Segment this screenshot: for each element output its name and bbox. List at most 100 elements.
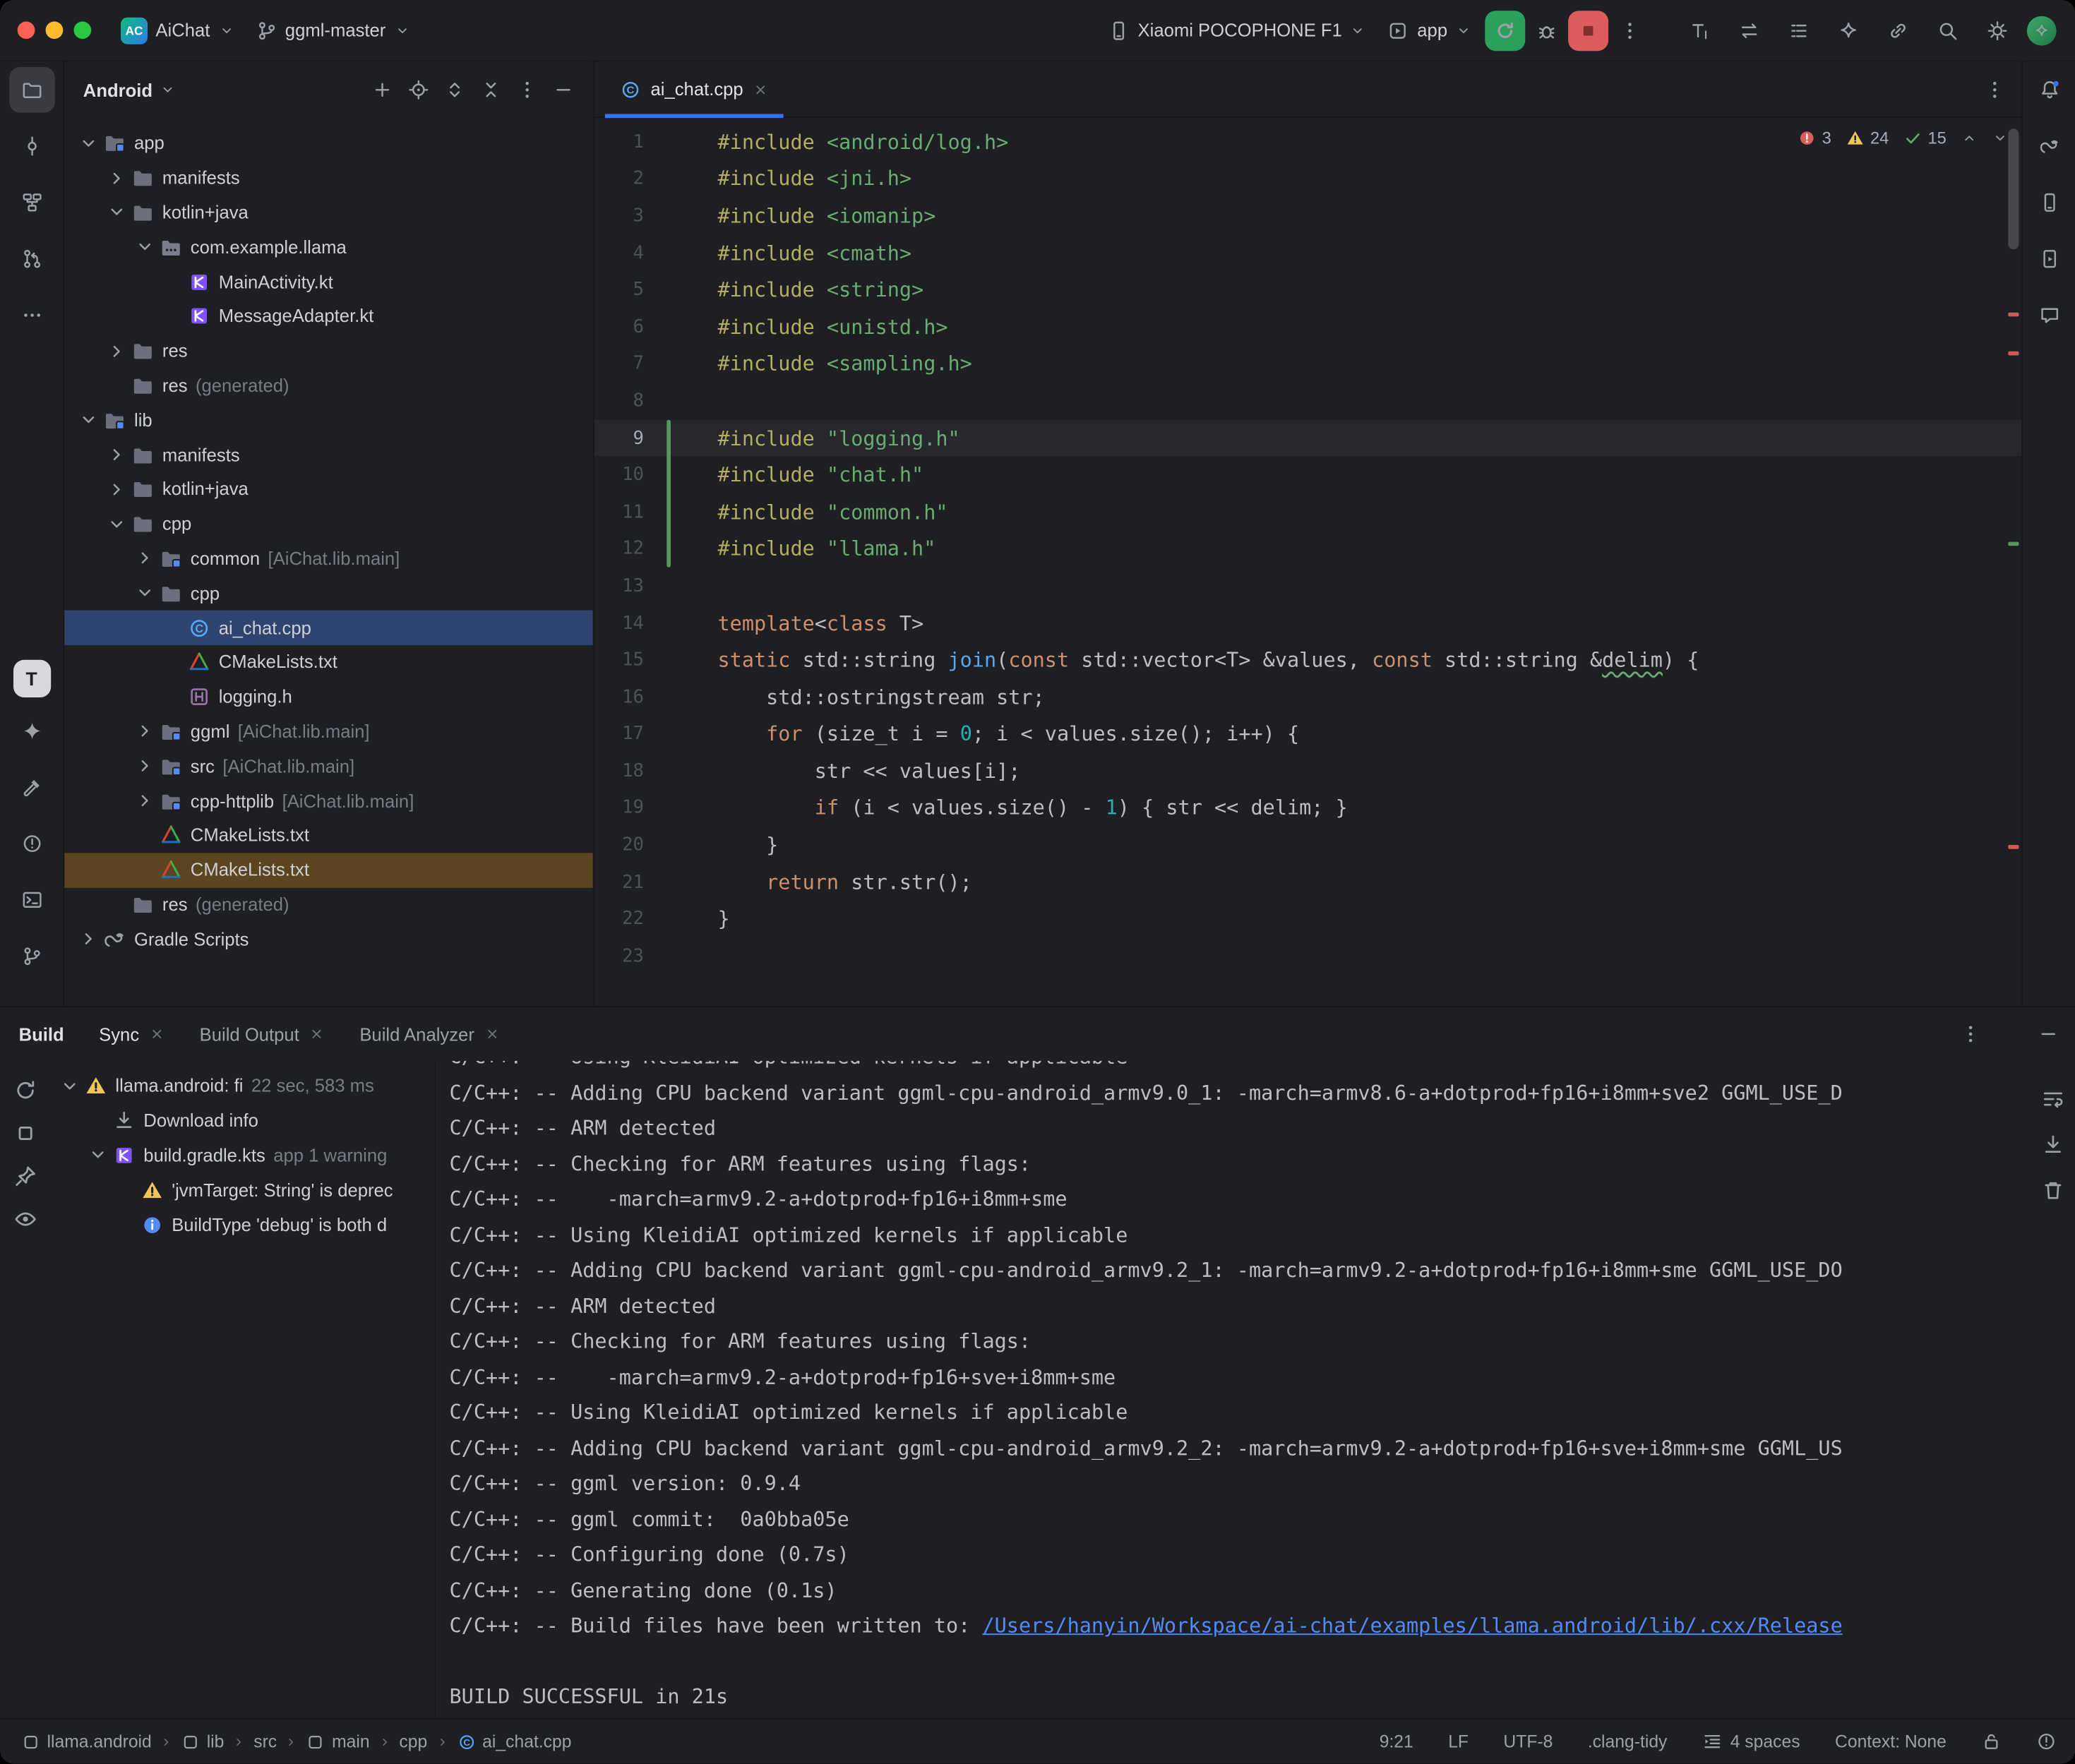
select-opened-file-button[interactable] [402,74,435,107]
code-line-7[interactable]: 7#include <sampling.h> [594,345,2022,382]
chevron-down-icon[interactable] [78,409,99,431]
close-tab-icon[interactable] [753,81,769,97]
tree-item-jvmtarget-string-is-deprec-3[interactable]: 'jvmTarget: String' is deprec [51,1172,434,1207]
code-line-22[interactable]: 22} [594,901,2022,937]
code-line-16[interactable]: 16 std::ostringstream str; [594,678,2022,715]
minimize-panel-icon[interactable] [2038,1024,2059,1045]
tree-item-messageadapter-kt-5[interactable]: MessageAdapter.kt [64,299,593,334]
code-line-2[interactable]: 2#include <jni.h> [594,160,2022,197]
close-tab-icon[interactable] [484,1026,500,1043]
re-sync-button[interactable] [9,1074,42,1107]
tree-item-cpp-httplib-19[interactable]: cpp-httplib[AiChat.lib.main] [64,784,593,818]
code-line-20[interactable]: 20 } [594,827,2022,863]
code-line-5[interactable]: 5#include <string> [594,272,2022,308]
code-line-14[interactable]: 14template<class T> [594,604,2022,641]
status-encoding[interactable]: UTF-8 [1503,1732,1553,1752]
tree-item-common-12[interactable]: common[AiChat.lib.main] [64,541,593,576]
more-tool-windows-tool-button[interactable] [8,292,54,338]
previous-problem-button[interactable] [1961,130,1978,146]
chevron-down-icon[interactable] [88,1145,109,1166]
zoom-window-button[interactable] [74,21,92,39]
status-caret-position[interactable]: 9:21 [1380,1732,1413,1752]
edit-text-button[interactable] [1681,11,1718,49]
chevron-down-icon[interactable] [134,236,155,258]
breadcrumb-lib[interactable]: lib [181,1732,225,1752]
chevron-down-icon[interactable] [78,133,99,154]
tree-item-src-18[interactable]: src[AiChat.lib.main] [64,749,593,784]
chevron-right-icon[interactable] [106,167,127,188]
chevron-right-icon[interactable] [134,755,155,776]
breadcrumb-src[interactable]: src [253,1732,277,1752]
device-manager-tool-button[interactable] [2026,180,2072,226]
share-link-button[interactable] [1879,11,1917,49]
console-link[interactable]: /Users/hanyin/Workspace/ai-chat/examples… [982,1614,1842,1638]
status-lock[interactable] [1981,1732,2002,1752]
code-line-13[interactable]: 13 [594,568,2022,604]
chevron-right-icon[interactable] [134,721,155,742]
chevron-down-icon[interactable] [134,582,155,604]
stop-button[interactable] [1568,10,1608,50]
tree-item-kotlin-java-2[interactable]: kotlin+java [64,196,593,230]
ai-assistant-button[interactable] [1830,11,1867,49]
project-tool-button[interactable] [8,67,54,113]
tree-item-cpp-13[interactable]: cpp [64,576,593,611]
pin-button[interactable] [9,1160,42,1193]
code-line-23[interactable]: 23 [594,937,2022,974]
chevron-right-icon[interactable] [106,479,127,500]
tree-item-cmakelists-txt-20[interactable]: CMakeLists.txt [64,818,593,853]
gemini-tool-button[interactable] [8,708,54,754]
structure-tool-button[interactable] [8,180,54,226]
run-config-selector[interactable]: app [1377,13,1482,47]
build-tool-button[interactable] [8,764,54,810]
editor-scrollbar[interactable] [2008,128,2019,249]
tree-item-kotlin-java-10[interactable]: kotlin+java [64,472,593,507]
preview-button[interactable] [9,1203,42,1235]
breadcrumb-cpp[interactable]: cpp [399,1732,427,1752]
breadcrumb-llama-android[interactable]: llama.android [21,1732,151,1752]
gradle-tool-button[interactable] [2026,124,2072,169]
code-line-18[interactable]: 18 str << values[i]; [594,752,2022,789]
tree-item-llama-android-fi-0[interactable]: llama.android: fi22 sec, 583 ms [51,1069,434,1103]
next-problem-button[interactable] [1992,130,2009,146]
chevron-right-icon[interactable] [78,928,99,949]
editor-options-icon[interactable] [1984,78,2005,100]
tree-item-ai-chat-cpp-14[interactable]: Cai_chat.cpp [64,611,593,645]
avatar-icon[interactable] [2027,16,2057,45]
close-window-button[interactable] [18,21,35,39]
chevron-down-icon[interactable] [106,513,127,534]
tree-item-res-22[interactable]: res(generated) [64,887,593,922]
code-line-6[interactable]: 6#include <unistd.h> [594,308,2022,345]
code-line-11[interactable]: 11#include "common.h" [594,493,2022,530]
pull-requests-tool-button[interactable] [8,236,54,282]
code-line-15[interactable]: 15static std::string join(const std::vec… [594,642,2022,678]
debug-button[interactable] [1528,11,1565,49]
build-console[interactable]: C/C++: -- Using KleidiAI optimized kerne… [435,1061,2075,1718]
device-selector[interactable]: Xiaomi POCOPHONE F1 [1098,13,1377,47]
scroll-to-end-button[interactable] [2036,1128,2069,1160]
problems-tool-button[interactable] [8,821,54,867]
tree-item-gradle-scripts-23[interactable]: Gradle Scripts [64,922,593,956]
code-line-21[interactable]: 21 return str.str(); [594,863,2022,900]
running-devices-tool-button[interactable] [2026,236,2072,282]
chevron-right-icon[interactable] [106,444,127,465]
status-inspections-status[interactable] [2036,1732,2057,1752]
tree-item-download-info-1[interactable]: Download info [51,1103,434,1138]
code-line-9[interactable]: 9#include "logging.h" [594,419,2022,456]
tree-item-manifests-9[interactable]: manifests [64,438,593,472]
app-quality-insights-tool-button[interactable] [2026,292,2072,338]
build-tab-sync[interactable]: Sync [99,1024,165,1045]
code-line-8[interactable]: 8 [594,383,2022,419]
status-line-ending[interactable]: LF [1448,1732,1469,1752]
project-selector[interactable]: AC AiChat [110,10,245,50]
chevron-right-icon[interactable] [134,548,155,569]
build-options-icon[interactable] [1960,1024,1981,1045]
collapse-all-button[interactable] [475,74,508,107]
status-indent[interactable]: 4 spaces [1702,1732,1800,1752]
more-run-options-button[interactable] [1611,11,1649,49]
status-clang-tidy[interactable]: .clang-tidy [1588,1732,1668,1752]
diff-button[interactable] [1730,11,1768,49]
code-line-17[interactable]: 17 for (size_t i = 0; i < values.size();… [594,716,2022,752]
build-tab-build-output[interactable]: Build Output [200,1024,325,1045]
tree-item-mainactivity-kt-4[interactable]: MainActivity.kt [64,265,593,299]
close-tab-icon[interactable] [148,1026,165,1043]
